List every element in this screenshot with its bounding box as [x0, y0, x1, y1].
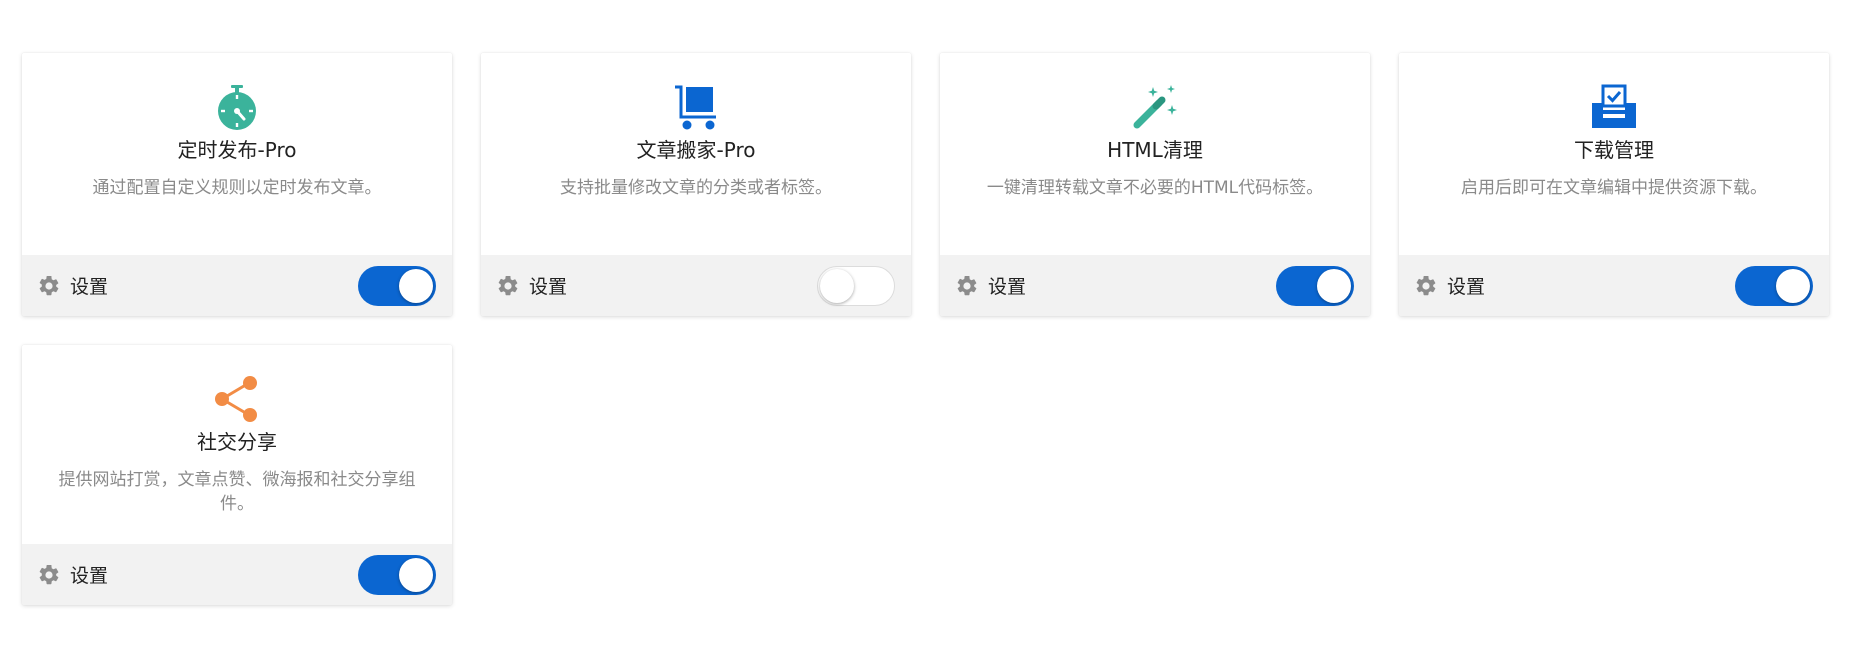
plugin-card-article-move: 文章搬家-Pro 支持批量修改文章的分类或者标签。 设置 — [481, 53, 911, 316]
toggle-knob — [820, 268, 854, 303]
card-title: 社交分享 — [197, 430, 277, 454]
toggle-knob — [1317, 268, 1351, 303]
toggle-knob — [1776, 268, 1810, 303]
settings-button[interactable]: 设置 — [37, 561, 108, 588]
card-footer: 设置 — [1399, 255, 1829, 316]
enable-toggle[interactable] — [1276, 265, 1354, 306]
card-footer: 设置 — [481, 255, 911, 316]
card-body: 社交分享 提供网站打赏，文章点赞、微海报和社交分享组件。 — [22, 345, 452, 544]
settings-button[interactable]: 设置 — [496, 272, 567, 299]
share-icon — [213, 375, 261, 423]
card-footer: 设置 — [940, 255, 1370, 316]
card-title: 下载管理 — [1574, 138, 1654, 162]
settings-label: 设置 — [988, 276, 1027, 298]
enable-toggle[interactable] — [817, 265, 895, 306]
plugin-card-html-clean: HTML清理 一键清理转载文章不必要的HTML代码标签。 设置 — [940, 53, 1370, 316]
toggle-knob — [399, 557, 433, 592]
card-body: 定时发布-Pro 通过配置自定义规则以定时发布文章。 — [22, 53, 452, 255]
gear-icon — [1416, 275, 1436, 295]
plugin-card-social-share: 社交分享 提供网站打赏，文章点赞、微海报和社交分享组件。 设置 — [22, 345, 452, 605]
card-title: 文章搬家-Pro — [636, 138, 756, 162]
settings-button[interactable]: 设置 — [1414, 272, 1485, 299]
card-title: HTML清理 — [1107, 138, 1203, 162]
settings-button[interactable]: 设置 — [955, 272, 1026, 299]
download-inbox-icon — [1590, 83, 1638, 131]
settings-button[interactable]: 设置 — [37, 272, 108, 299]
settings-label: 设置 — [1447, 276, 1486, 298]
card-description: 提供网站打赏，文章点赞、微海报和社交分享组件。 — [58, 470, 416, 514]
gear-icon — [39, 275, 59, 295]
settings-label: 设置 — [529, 276, 568, 298]
enable-toggle[interactable] — [358, 265, 436, 306]
settings-label: 设置 — [70, 276, 109, 298]
gear-icon — [39, 564, 59, 584]
card-description: 支持批量修改文章的分类或者标签。 — [560, 178, 832, 198]
gear-icon — [957, 275, 977, 295]
enable-toggle[interactable] — [358, 554, 436, 595]
settings-label: 设置 — [70, 565, 109, 587]
card-footer: 设置 — [22, 255, 452, 316]
plugin-card-download-manager: 下载管理 启用后即可在文章编辑中提供资源下载。 设置 — [1399, 53, 1829, 316]
card-description: 通过配置自定义规则以定时发布文章。 — [92, 178, 382, 198]
card-title: 定时发布-Pro — [177, 138, 297, 162]
toggle-knob — [399, 268, 433, 303]
card-description: 启用后即可在文章编辑中提供资源下载。 — [1461, 178, 1767, 198]
plugin-grid: 定时发布-Pro 通过配置自定义规则以定时发布文章。 设置 文章搬家-Pro 支… — [22, 53, 1829, 605]
gear-icon — [498, 275, 518, 295]
card-body: HTML清理 一键清理转载文章不必要的HTML代码标签。 — [940, 53, 1370, 255]
card-body: 下载管理 启用后即可在文章编辑中提供资源下载。 — [1399, 53, 1829, 255]
enable-toggle[interactable] — [1735, 265, 1813, 306]
magic-wand-icon — [1131, 83, 1179, 131]
card-description: 一键清理转载文章不必要的HTML代码标签。 — [986, 178, 1324, 198]
cart-icon — [672, 83, 720, 131]
stopwatch-icon — [213, 83, 261, 131]
card-footer: 设置 — [22, 544, 452, 605]
card-body: 文章搬家-Pro 支持批量修改文章的分类或者标签。 — [481, 53, 911, 255]
plugin-card-scheduled-publish: 定时发布-Pro 通过配置自定义规则以定时发布文章。 设置 — [22, 53, 452, 316]
